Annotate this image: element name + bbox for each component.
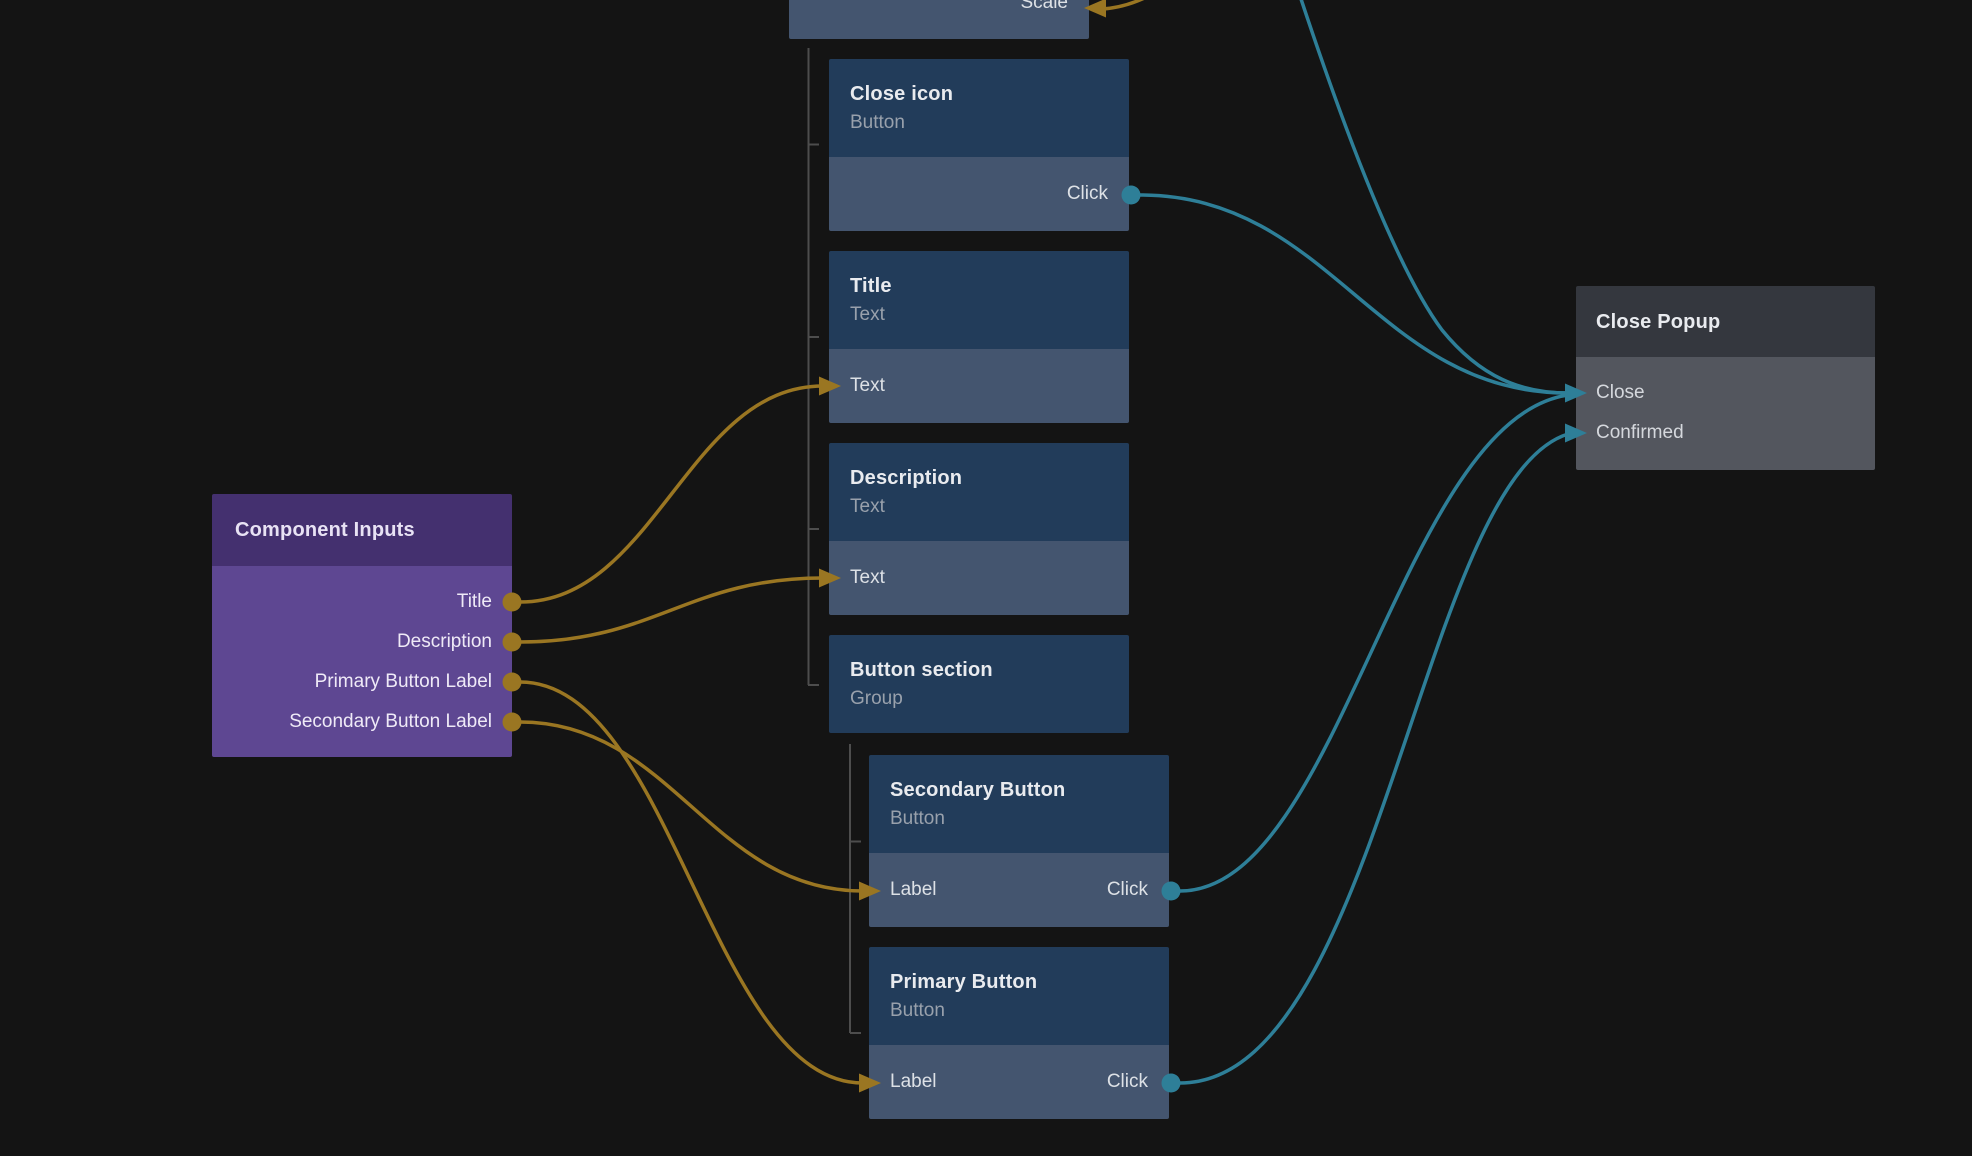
node-scale-partial[interactable]: Scale — [789, 0, 1089, 39]
component-inputs-body: Title Description Primary Button Label S… — [212, 566, 512, 757]
node-subtitle: Button — [890, 997, 1148, 1025]
confirmed-input-label: Confirmed — [1596, 422, 1684, 444]
node-subtitle: Text — [850, 301, 1108, 329]
node-subtitle: Button — [850, 109, 1108, 137]
output-label: Title — [457, 591, 492, 613]
node-button-section[interactable]: Button section Group — [829, 635, 1129, 733]
node-title: Button section — [850, 655, 1108, 685]
click-output-row[interactable]: Click — [829, 157, 1129, 231]
close-input-label: Close — [1596, 382, 1645, 404]
output-row-secondary-button-label[interactable]: Secondary Button Label — [212, 702, 512, 742]
edge-primary-label-to-primary-button[interactable] — [520, 682, 863, 1083]
edge-title-to-title-text[interactable] — [520, 386, 823, 602]
node-title: Close Popup — [1596, 307, 1720, 337]
label-input-label: Label — [890, 1071, 937, 1093]
tree-line-root — [808, 48, 819, 685]
scale-port-label: Scale — [1020, 0, 1068, 14]
node-title: Component Inputs — [235, 515, 415, 545]
output-row-title[interactable]: Title — [212, 582, 512, 622]
click-output-label: Click — [1107, 1071, 1148, 1093]
scale-input-row[interactable]: Scale — [789, 0, 1089, 39]
label-click-row[interactable]: Label Click — [869, 1045, 1169, 1119]
click-output-label: Click — [1107, 879, 1148, 901]
node-description-text[interactable]: Description Text Text — [829, 443, 1129, 615]
node-button-section-header[interactable]: Button section Group — [829, 635, 1129, 733]
text-input-row[interactable]: Text — [829, 349, 1129, 423]
node-title: Description — [850, 463, 1108, 493]
click-output-label: Click — [1067, 183, 1108, 205]
output-label: Secondary Button Label — [289, 711, 492, 733]
node-close-icon[interactable]: Close icon Button Click — [829, 59, 1129, 231]
label-input-label: Label — [890, 879, 937, 901]
node-secondary-button[interactable]: Secondary Button Button Label Click — [869, 755, 1169, 927]
input-row-close[interactable]: Close — [1576, 373, 1875, 413]
node-title: Close icon — [850, 79, 1108, 109]
node-title: Title — [850, 271, 1108, 301]
edge-offscreen-to-scale[interactable] — [1102, 0, 1196, 9]
text-input-row[interactable]: Text — [829, 541, 1129, 615]
node-title: Secondary Button — [890, 775, 1148, 805]
output-row-primary-button-label[interactable]: Primary Button Label — [212, 662, 512, 702]
node-subtitle: Button — [890, 805, 1148, 833]
node-primary-button-header[interactable]: Primary Button Button — [869, 947, 1169, 1045]
tree-line-button-section — [850, 744, 861, 1033]
node-close-icon-header[interactable]: Close icon Button — [829, 59, 1129, 157]
close-popup-header[interactable]: Close Popup — [1576, 286, 1875, 357]
close-popup-body: Close Confirmed — [1576, 357, 1875, 470]
node-component-inputs[interactable]: Component Inputs Title Description Prima… — [212, 494, 512, 757]
input-row-confirmed[interactable]: Confirmed — [1576, 413, 1875, 453]
output-label: Description — [397, 631, 492, 653]
node-secondary-button-header[interactable]: Secondary Button Button — [869, 755, 1169, 853]
node-graph-canvas[interactable]: Scale Close icon Button Click Title Text… — [0, 0, 1972, 1156]
node-description-header[interactable]: Description Text — [829, 443, 1129, 541]
text-input-label: Text — [850, 375, 885, 397]
edge-secondary-click-to-close[interactable] — [1180, 395, 1568, 891]
output-label: Primary Button Label — [315, 671, 492, 693]
node-title-text-header[interactable]: Title Text — [829, 251, 1129, 349]
label-click-row[interactable]: Label Click — [869, 853, 1169, 927]
node-close-popup[interactable]: Close Popup Close Confirmed — [1576, 286, 1875, 470]
output-row-description[interactable]: Description — [212, 622, 512, 662]
edge-close-icon-click-to-close[interactable] — [1140, 195, 1568, 393]
node-title: Primary Button — [890, 967, 1148, 997]
node-title-text[interactable]: Title Text Text — [829, 251, 1129, 423]
node-subtitle: Text — [850, 493, 1108, 521]
node-subtitle: Group — [850, 685, 1108, 713]
node-primary-button[interactable]: Primary Button Button Label Click — [869, 947, 1169, 1119]
edge-description-to-description-text[interactable] — [520, 578, 823, 642]
edge-offscreen-top-to-close[interactable] — [1285, 0, 1568, 393]
component-inputs-header[interactable]: Component Inputs — [212, 494, 512, 566]
text-input-label: Text — [850, 567, 885, 589]
edge-secondary-label-to-secondary-button[interactable] — [520, 722, 863, 891]
edge-primary-click-to-confirmed[interactable] — [1180, 434, 1568, 1083]
